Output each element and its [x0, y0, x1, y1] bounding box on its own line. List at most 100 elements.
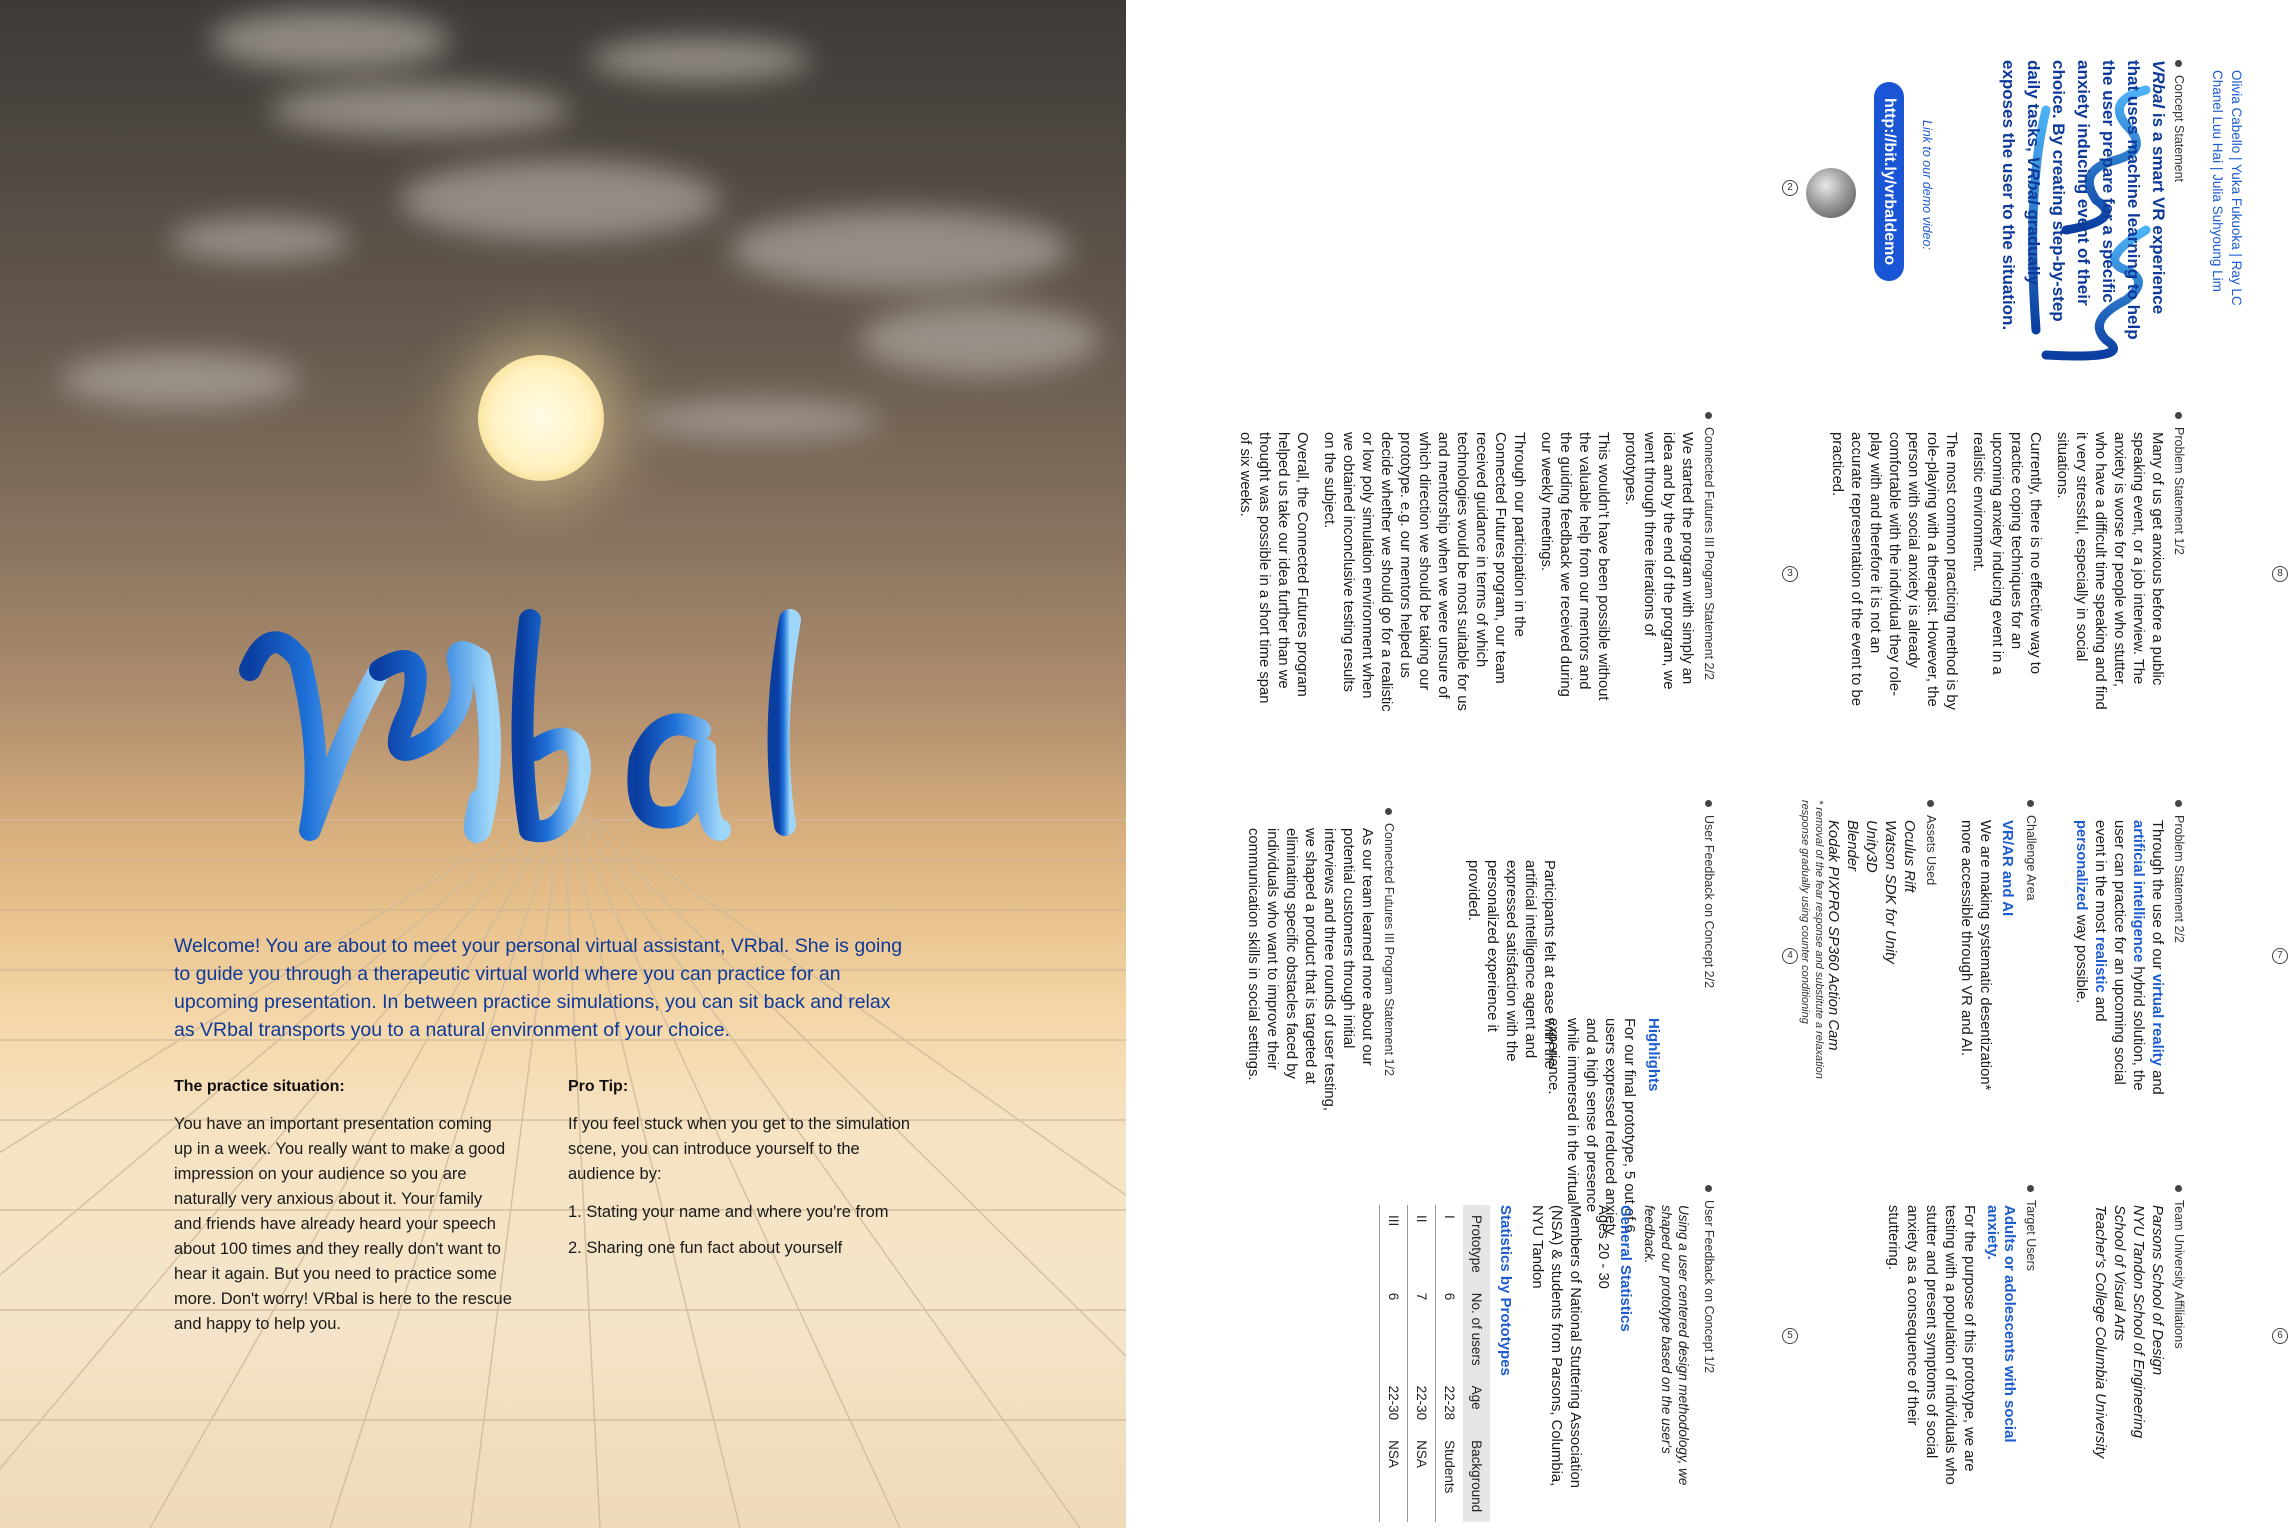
asset-item: Unity3D [1863, 820, 1879, 873]
bullet-icon [1926, 800, 1934, 807]
stats-table-wrap: Prototype No. of users Age Background I … [1379, 1205, 1490, 1523]
table-row: II 7 22-30 NSA [1407, 1205, 1436, 1523]
bullet-icon [1704, 800, 1712, 807]
tip-item-2: 2. Sharing one fun fact about yourself [568, 1239, 843, 1257]
cf-2-p2: This wouldn't have been possible without… [1538, 432, 1611, 701]
text-run: and [2149, 1070, 2165, 1095]
section-problem-2: Problem Statement 2/2 [2172, 800, 2186, 943]
bullet-icon [1704, 412, 1712, 419]
uf-1-intro: Using a user centered design methodology… [1642, 1205, 1691, 1486]
highlight-text: personalized [2073, 820, 2089, 911]
section-label: Problem Statement 1/2 [2172, 427, 2186, 555]
page-number: 2 [1782, 180, 1798, 196]
text-run: way possible. [2073, 914, 2089, 1004]
demo-link-pill[interactable]: http://bit.ly/vrbaldemo [1874, 82, 1904, 282]
ages: Ages 20 - 30 [1595, 1205, 1611, 1289]
section-label: Concept Statement [2172, 75, 2186, 183]
brand-inline: VRbal [2149, 60, 2168, 109]
highlights-heading: Highlights [1645, 1018, 1662, 1092]
section-label: Team University Affiliations [2172, 1200, 2186, 1349]
assets-list: Oculus Rift Watson SDK for Unity Unity3D… [1823, 820, 1918, 1100]
welcome-text: Welcome! You are about to meet your pers… [174, 935, 903, 1041]
floor-grid [0, 800, 1126, 1528]
cf-2-body: We started the program with simply an id… [1235, 432, 1696, 712]
section-cf-1: Connected Futures III Program Statement … [1382, 808, 1396, 1076]
challenge-body: We are making systematic desentization* … [1958, 820, 1993, 1091]
table-cell: NSA [1379, 1430, 1408, 1523]
general-stats-heading: General Statistics [1617, 1205, 1634, 1332]
sphere-graphic [1806, 168, 1856, 218]
table-row: III 6 22-30 NSA [1379, 1205, 1408, 1523]
concept-body: is a smart VR experience that uses machi… [2024, 60, 2168, 340]
demo-link[interactable]: http://bit.ly/vrbaldemo [1874, 82, 1904, 282]
team-item: Teacher's College Columbia University [2092, 1205, 2108, 1459]
table-cell: 6 [1435, 1282, 1463, 1376]
section-concept: Concept Statement [2172, 60, 2186, 182]
tip-heading: Pro Tip: [568, 1078, 629, 1095]
uf-2-p2: Participants felt at ease with the artif… [1465, 860, 1557, 1069]
problem-1-p1: Many of us get anxious before a public s… [2054, 432, 2165, 710]
asset-item: Watson SDK for Unity [1882, 820, 1898, 964]
authors-line-1: Olivia Cabello | Yuka Fukuoka | Ray LC [2229, 70, 2244, 306]
asset-item: Blender [1844, 820, 1860, 872]
section-label: User Feedback on Concept 2/2 [1702, 815, 1716, 989]
bullet-icon [1384, 808, 1392, 815]
right-brochure-panel: Olivia Cabello | Yuka Fukuoka | Ray LC C… [1126, 0, 2292, 1528]
problem-1-p3: The most common practicing method is by … [1829, 432, 1959, 710]
table-cell: Students [1435, 1430, 1463, 1523]
cf-2-p3: Through our participation in the Connect… [1321, 432, 1527, 712]
team-item: School of Visual Arts [2111, 1205, 2127, 1341]
problem-2-body: Through the use of our virtual reality a… [2071, 820, 2166, 1100]
authors-line-2: Chanel Luu Hai | Julia Suhyoung Lim [2210, 70, 2225, 292]
section-label: Connected Futures III Program Statement … [1382, 823, 1396, 1076]
table-cell: III [1379, 1205, 1408, 1283]
bullet-icon [1704, 1185, 1712, 1192]
bullet-icon [2174, 1185, 2182, 1192]
table-cell: II [1407, 1205, 1436, 1283]
section-problem-1: Problem Statement 1/2 [2172, 412, 2186, 555]
section-label: Target Users [2024, 1200, 2038, 1271]
section-team: Team University Affiliations [2172, 1185, 2186, 1348]
table-header: Background [1463, 1430, 1490, 1523]
team-item: Parsons School of Design [2149, 1205, 2165, 1376]
members: Members of National Stuttering Associati… [1529, 1205, 1583, 1488]
challenge-title: VR/AR and AI [1999, 820, 2016, 917]
page-number: 4 [1782, 948, 1798, 964]
bullet-icon [2174, 412, 2182, 419]
section-assets: Assets Used [1924, 800, 1938, 885]
page-number: 5 [1782, 1328, 1798, 1344]
footnote: * removal of the fear response and subst… [1799, 800, 1825, 1079]
page-number: 8 [2272, 566, 2288, 582]
section-cf-2: Connected Futures III Program Statement … [1702, 412, 1716, 680]
section-label: Connected Futures III Program Statement … [1702, 427, 1716, 680]
page-number: 6 [2272, 1328, 2288, 1344]
target-title: Adults or adolescents with social anxiet… [1984, 1205, 2018, 1443]
demo-label: Link to our demo video: [1920, 120, 1934, 250]
table-row: I 6 22-28 Students [1435, 1205, 1463, 1523]
left-poster-panel: Welcome! You are about to meet your pers… [0, 0, 1126, 1528]
table-header: Age [1463, 1375, 1490, 1431]
team-item: NYU Tandon School of Engineering [2130, 1205, 2146, 1439]
table-header-row: Prototype No. of users Age Background [1463, 1205, 1490, 1523]
team-list: Parsons School of Design NYU Tandon Scho… [2090, 1205, 2166, 1485]
section-challenge: Challenge Area [2024, 800, 2038, 900]
problem-1-body: Many of us get anxious before a public s… [1827, 432, 2166, 712]
bullet-icon [2026, 800, 2034, 807]
table-header: No. of users [1463, 1282, 1490, 1376]
section-uf-2: User Feedback on Concept 2/2 [1702, 800, 1716, 988]
page-number: 7 [2272, 948, 2288, 964]
stats-table-heading: Statistics by Prototypes [1497, 1205, 1514, 1376]
text-run: and [2092, 996, 2108, 1022]
target-body: For the purpose of this prototype, we ar… [1885, 1205, 1977, 1485]
table-cell: 22-28 [1435, 1375, 1463, 1431]
cf-1-body: As our team learned more about our poten… [1245, 828, 1375, 1111]
section-target: Target Users [2024, 1185, 2038, 1271]
practice-heading: The practice situation: [174, 1078, 345, 1095]
sun [478, 355, 604, 481]
text-run: Through the use of our [2149, 820, 2165, 970]
asset-item: Oculus Rift [1901, 820, 1917, 893]
problem-1-p2: Currently, there is no effective way to … [1970, 432, 2043, 675]
table-cell: 22-30 [1379, 1375, 1408, 1431]
vrbal-logo [239, 609, 801, 843]
concept-statement: VRbal is a smart VR experience that uses… [1996, 60, 2171, 340]
